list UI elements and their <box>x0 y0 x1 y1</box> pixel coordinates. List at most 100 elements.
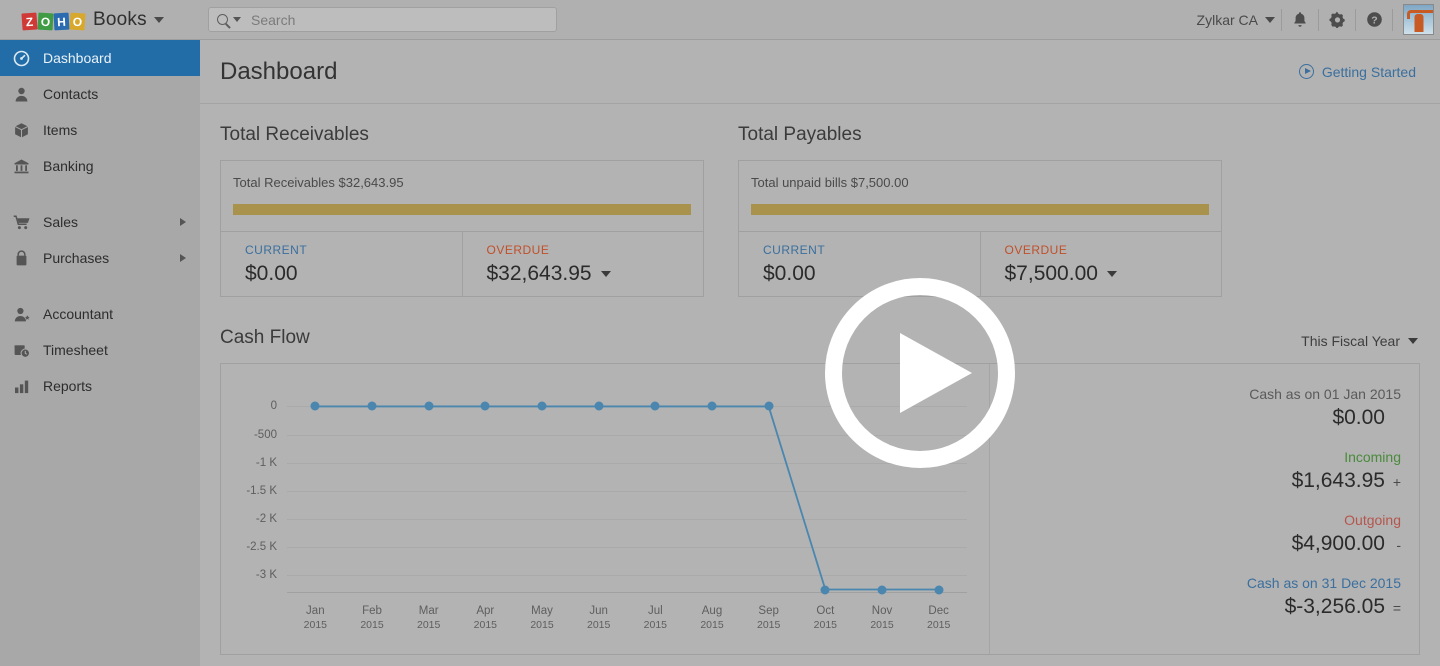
sidebar-item-banking[interactable]: Banking <box>0 148 200 184</box>
outgoing-op: - <box>1385 537 1401 553</box>
incoming-label: Incoming <box>1008 449 1401 465</box>
opening-cash-label: Cash as on 01 Jan 2015 <box>1008 386 1401 402</box>
kpi-label: CURRENT <box>245 243 462 257</box>
sidebar-item-purchases[interactable]: Purchases <box>0 240 200 276</box>
play-circle-icon <box>1299 64 1314 79</box>
chart-data-point[interactable] <box>481 402 490 411</box>
avatar[interactable] <box>1403 4 1434 35</box>
sidebar: Dashboard Contacts Items <box>0 40 200 666</box>
payables-overdue: OVERDUE $7,500.00 <box>980 232 1222 296</box>
bag-icon <box>13 248 39 268</box>
notifications-button[interactable] <box>1282 0 1318 40</box>
opening-cash-value: $0.00 <box>1332 406 1385 430</box>
svg-text:?: ? <box>1371 15 1377 27</box>
top-bar-actions: Zylkar CA ? <box>1197 0 1440 40</box>
chevron-down-icon <box>1408 338 1418 344</box>
chart-x-tick-label: Aug2015 <box>700 604 723 632</box>
chevron-down-icon[interactable] <box>601 271 611 277</box>
fiscal-year-dropdown[interactable]: This Fiscal Year <box>1301 333 1420 349</box>
chart-data-point[interactable] <box>821 585 830 594</box>
payables-current-value: $0.00 <box>763 262 816 286</box>
chart-x-tick-label: Feb2015 <box>360 604 383 632</box>
settings-button[interactable] <box>1319 0 1355 40</box>
getting-started-link[interactable]: Getting Started <box>1299 64 1416 80</box>
zoho-logo-letter-h: H <box>54 13 70 31</box>
receivables-overdue: OVERDUE $32,643.95 <box>462 232 704 296</box>
sidebar-item-timesheet[interactable]: Timesheet <box>0 332 200 368</box>
chart-data-point[interactable] <box>368 402 377 411</box>
top-bar: Z O H O Books Zylkar CA <box>0 0 1440 40</box>
closing-cash-value-row: $-3,256.05 = <box>1008 595 1401 619</box>
search-input[interactable] <box>251 12 531 28</box>
organization-name: Zylkar CA <box>1197 12 1258 28</box>
closing-cash-label[interactable]: Cash as on 31 Dec 2015 <box>1008 575 1401 591</box>
sidebar-item-accountant[interactable]: Accountant <box>0 296 200 332</box>
chart-data-point[interactable] <box>424 402 433 411</box>
chart-data-point[interactable] <box>311 402 320 411</box>
sidebar-item-label: Reports <box>43 378 92 394</box>
dashboard-panels: Total Receivables Total Receivables $32,… <box>200 104 1440 655</box>
receivables-current: CURRENT $0.00 <box>221 232 462 296</box>
sidebar-item-label: Sales <box>43 214 78 230</box>
chevron-down-icon[interactable] <box>1107 271 1117 277</box>
cart-icon <box>13 212 39 232</box>
page-title: Dashboard <box>220 58 337 86</box>
receivables-overdue-value: $32,643.95 <box>487 262 592 286</box>
person-star-icon <box>13 304 39 324</box>
sidebar-item-label: Banking <box>43 158 94 174</box>
chart-x-tick-label: May2015 <box>530 604 553 632</box>
chart-x-tick-label: Sep2015 <box>757 604 780 632</box>
brand-logo[interactable]: Z O H O Books <box>0 9 186 31</box>
chevron-down-icon[interactable] <box>154 17 164 23</box>
chart-data-point[interactable] <box>594 402 603 411</box>
fiscal-year-label: This Fiscal Year <box>1301 333 1400 349</box>
incoming-value: $1,643.95 <box>1292 469 1385 493</box>
chevron-right-icon <box>180 218 186 226</box>
sidebar-item-contacts[interactable]: Contacts <box>0 76 200 112</box>
chart-data-point[interactable] <box>651 402 660 411</box>
sidebar-item-reports[interactable]: Reports <box>0 368 200 404</box>
kpi-value: $0.00 <box>245 262 462 286</box>
chart-x-tick-label: Mar2015 <box>417 604 440 632</box>
cashflow-summary: Cash as on 01 Jan 2015 $0.00 Incoming $1… <box>989 364 1419 654</box>
chart-x-tick-label: Jul2015 <box>644 604 667 632</box>
payables-progress-track <box>751 204 1209 215</box>
chart-x-tick-label: Jun2015 <box>587 604 610 632</box>
receivables-card: Total Receivables $32,643.95 CURRENT $0.… <box>220 160 704 297</box>
chart-data-point[interactable] <box>934 585 943 594</box>
sidebar-item-sales[interactable]: Sales <box>0 204 200 240</box>
sidebar-item-dashboard[interactable]: Dashboard <box>0 40 200 76</box>
payables-overdue-value: $7,500.00 <box>1005 262 1098 286</box>
chart-data-point[interactable] <box>708 402 717 411</box>
play-overlay-icon[interactable] <box>825 278 1015 468</box>
box-icon <box>13 120 39 140</box>
incoming-op: + <box>1385 474 1401 490</box>
receivables-kpis: CURRENT $0.00 OVERDUE $32,643.95 <box>221 231 703 296</box>
sidebar-item-items[interactable]: Items <box>0 112 200 148</box>
receivables-progress-track <box>233 204 691 215</box>
zoho-logo-letter-o2: O <box>69 12 85 30</box>
payables-bar-block: Total unpaid bills $7,500.00 <box>739 161 1221 231</box>
incoming-value-row: $1,643.95 + <box>1008 469 1401 493</box>
total-payables-section: Total Payables Total unpaid bills $7,500… <box>738 124 1222 297</box>
kpi-label: OVERDUE <box>1005 243 1222 257</box>
outgoing-label: Outgoing <box>1008 512 1401 528</box>
app-root: Z O H O Books Zylkar CA <box>0 0 1440 666</box>
chart-data-point[interactable] <box>764 402 773 411</box>
divider <box>1392 9 1393 31</box>
chevron-down-icon[interactable] <box>233 17 241 22</box>
chart-data-point[interactable] <box>878 585 887 594</box>
search-box[interactable] <box>208 7 557 32</box>
chevron-down-icon <box>1265 17 1275 23</box>
chart-data-point[interactable] <box>538 402 547 411</box>
receivables-current-value: $0.00 <box>245 262 298 286</box>
closing-cash-op: = <box>1385 600 1401 616</box>
opening-cash-value-row: $0.00 <box>1008 406 1401 430</box>
person-icon <box>13 84 39 104</box>
kpi-label: OVERDUE <box>487 243 704 257</box>
help-button[interactable]: ? <box>1356 0 1392 40</box>
clock-cal-icon <box>13 340 39 360</box>
page-header: Dashboard Getting Started <box>200 40 1440 104</box>
bank-icon <box>13 156 39 176</box>
organization-menu[interactable]: Zylkar CA <box>1197 12 1281 28</box>
